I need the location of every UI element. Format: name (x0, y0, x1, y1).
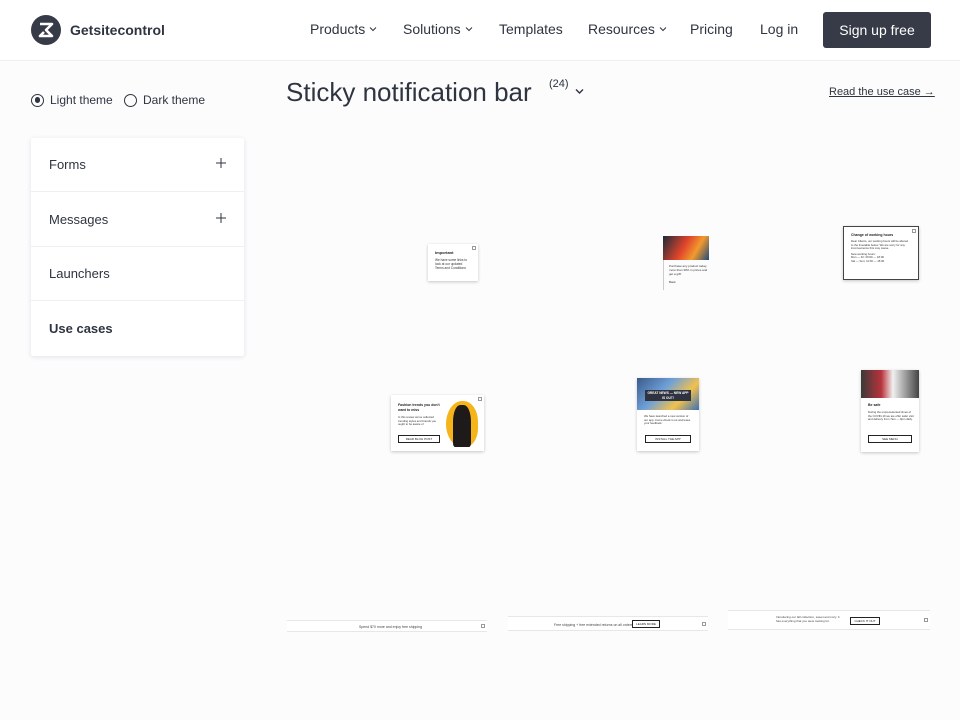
close-icon (924, 618, 928, 622)
thumb-body: In this review we've collected trending … (398, 415, 437, 427)
chevron-down-icon (369, 27, 377, 32)
thumb-button: READ BLOG POST (398, 435, 440, 443)
thumb-body: During the unprecedented times of the CO… (868, 410, 914, 422)
template-thumb-product[interactable]: Purchase any product today, more than 30… (663, 236, 709, 290)
page-title: Sticky notification bar (286, 77, 532, 107)
bar-button: CHECK IT OUT (850, 617, 880, 625)
template-thumb-safe[interactable]: Be safe During the unprecedented times o… (861, 370, 919, 452)
person-figure (453, 405, 471, 447)
nav-resources[interactable]: Resources (588, 21, 667, 37)
product-image (663, 236, 709, 260)
logo-icon[interactable] (31, 15, 61, 45)
radio-unchecked-icon (124, 93, 137, 107)
template-bar-returns[interactable]: Free shipping + free extended returns on… (508, 616, 708, 631)
read-use-case-link[interactable]: Read the use case → (829, 86, 935, 98)
bar-text: Free shipping + free extended returns on… (554, 623, 633, 627)
template-bar-shipping[interactable]: Spend $70 more and enjoy free shipping (287, 620, 487, 632)
nav-resources-label: Resources (588, 21, 655, 37)
nav-templates[interactable]: Templates (499, 21, 563, 37)
template-count: (24) (549, 78, 569, 90)
sidebar-item-label: Launchers (49, 266, 110, 281)
nav-pricing[interactable]: Pricing (690, 21, 733, 37)
thumb-body: We have some links to look at our update… (435, 258, 468, 270)
close-icon (478, 397, 482, 401)
thumb-title: Fashion trends you don't want to miss (398, 403, 440, 412)
nav-login[interactable]: Log in (760, 21, 798, 37)
template-bar-collection[interactable]: Introducing our fall collection, sweet a… (728, 610, 930, 630)
close-icon (472, 246, 476, 250)
thumb-body: We have launched a new version of our ap… (644, 414, 691, 426)
thumb-link: Back (669, 280, 676, 284)
thumb-button: INSTALL THE APP (645, 435, 691, 443)
sidebar-item-label: Use cases (49, 321, 113, 336)
sidebar-item-messages[interactable]: Messages (31, 193, 244, 247)
close-icon (481, 624, 485, 628)
nav-products[interactable]: Products (310, 21, 377, 37)
close-icon (912, 229, 916, 233)
sidebar-item-label: Forms (49, 157, 86, 172)
template-thumb-hours[interactable]: Change of working hours Dear Clients, ou… (843, 226, 919, 280)
category-sidebar: Forms Messages Launchers Use cases (31, 138, 244, 356)
template-thumb-important[interactable]: Important We have some links to look at … (428, 244, 478, 281)
bar-text: Introducing our fall collection, sweet a… (776, 615, 840, 623)
top-header: Getsitecontrol Products Solutions Templa… (0, 0, 960, 61)
nav-products-label: Products (310, 21, 366, 37)
thumb-title: Change of working hours (851, 233, 894, 237)
nav-solutions-label: Solutions (403, 21, 461, 37)
chevron-down-icon (465, 27, 472, 32)
plus-icon (216, 213, 226, 223)
chevron-down-icon[interactable] (575, 88, 584, 95)
nav-login-label: Log in (760, 21, 799, 37)
nav-pricing-label: Pricing (690, 21, 733, 37)
safe-image (861, 370, 919, 398)
thumb-title: Be safe (868, 403, 881, 407)
sidebar-item-launchers[interactable]: Launchers (31, 247, 244, 301)
brand-name[interactable]: Getsitecontrol (70, 22, 165, 38)
template-thumb-app[interactable]: GREAT NEWS — NEW APP IS OUT! We have lau… (637, 378, 699, 451)
nav-solutions[interactable]: Solutions (403, 21, 473, 37)
sidebar-item-use-cases[interactable]: Use cases (31, 302, 244, 356)
dark-theme-label: Dark theme (143, 93, 206, 107)
sidebar-item-label: Messages (49, 212, 109, 227)
bar-button: LEARN MORE (632, 620, 660, 628)
divider (663, 260, 664, 290)
light-theme-label: Light theme (50, 93, 113, 107)
signup-button[interactable]: Sign up free (823, 12, 931, 48)
template-thumb-fashion[interactable]: Fashion trends you don't want to miss In… (391, 395, 484, 451)
chevron-down-icon (659, 27, 667, 32)
thumb-body: Purchase any product today, more than 30… (669, 264, 708, 276)
bar-text: Spend $70 more and enjoy free shipping (359, 625, 423, 629)
thumb-title: Important (435, 250, 454, 255)
dark-theme-radio[interactable]: Dark theme (124, 93, 205, 107)
plus-icon (216, 158, 226, 168)
thumb-body: Dear Clients, our working hours will be … (851, 239, 909, 251)
light-theme-radio[interactable]: Light theme (31, 93, 113, 107)
close-icon (702, 622, 706, 626)
radio-checked-icon (31, 93, 44, 107)
sidebar-item-forms[interactable]: Forms (31, 138, 244, 192)
thumb-banner: GREAT NEWS — NEW APP IS OUT! (645, 390, 691, 401)
thumb-line: Sat — Sun: 11:00 — 15:00 (851, 258, 885, 263)
nav-templates-label: Templates (499, 21, 563, 37)
thumb-button: SEE MENU (868, 435, 912, 443)
